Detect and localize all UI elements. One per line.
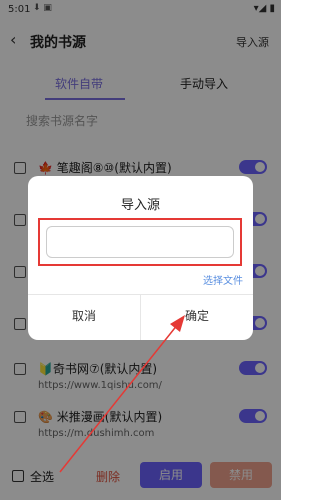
cancel-button[interactable]: 取消 <box>28 307 140 324</box>
confirm-button[interactable]: 确定 <box>141 307 253 324</box>
import-source-dialog: 导入源 选择文件 取消 确定 <box>28 176 253 340</box>
source-url-input[interactable] <box>46 226 234 258</box>
dialog-title: 导入源 <box>120 198 160 213</box>
select-file-link[interactable]: 选择文件 <box>203 272 243 287</box>
